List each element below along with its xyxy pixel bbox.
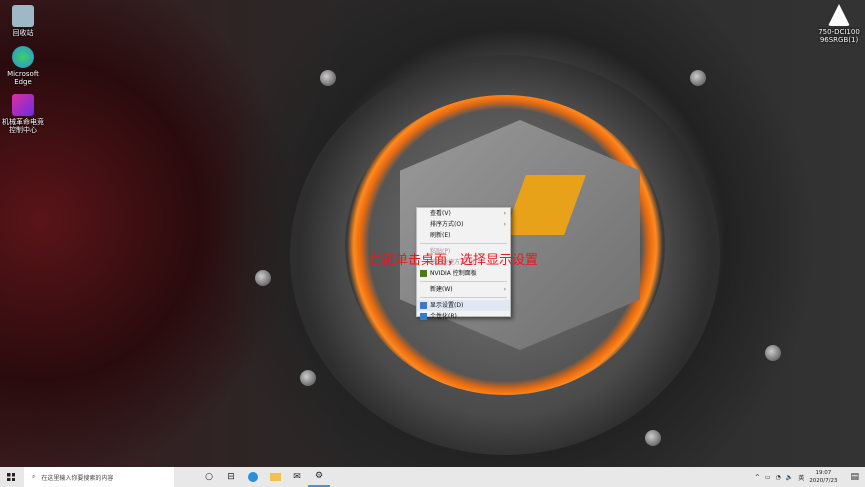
chevron-up-icon[interactable]: ^ bbox=[755, 474, 760, 481]
menu-item-new[interactable]: 新建(W) › bbox=[417, 284, 510, 295]
wallpaper-bolt bbox=[255, 270, 271, 286]
wallpaper-bolt bbox=[300, 370, 316, 386]
nvidia-icon bbox=[420, 270, 427, 277]
menu-separator bbox=[420, 243, 507, 244]
personalize-icon bbox=[420, 313, 427, 320]
taskbar-mail[interactable]: ✉ bbox=[286, 467, 308, 487]
annotation-text: 右键单击桌面，选择显示设置 bbox=[369, 253, 539, 268]
search-icon: ⌕ bbox=[32, 473, 36, 480]
folder-icon bbox=[269, 473, 281, 481]
desktop-icon-color-profile[interactable]: 750-DCI100 96SRGB(1) bbox=[815, 4, 863, 44]
menu-item-display-settings[interactable]: 显示设置(D) bbox=[417, 300, 510, 311]
gear-icon: ⚙ bbox=[314, 471, 324, 481]
menu-separator bbox=[420, 281, 507, 282]
wallpaper-bolt bbox=[320, 70, 336, 86]
edge-icon bbox=[248, 472, 258, 482]
desktop[interactable]: 回收站 Microsoft Edge 机械革命电竞控制中心 750-DCI100… bbox=[0, 0, 865, 467]
wallpaper-bolt bbox=[645, 430, 661, 446]
chevron-right-icon: › bbox=[503, 210, 506, 217]
taskbar-settings[interactable]: ⚙ bbox=[308, 467, 330, 487]
cortana-button[interactable]: ○ bbox=[198, 467, 220, 487]
windows-icon bbox=[7, 473, 15, 481]
start-button[interactable] bbox=[0, 467, 22, 487]
menu-item-sort[interactable]: 排序方式(O) › bbox=[417, 219, 510, 230]
menu-item-personalize[interactable]: 个性化(R) bbox=[417, 311, 510, 322]
notification-icon[interactable]: ▤ bbox=[850, 472, 859, 482]
volume-icon[interactable]: 🔈 bbox=[786, 474, 793, 481]
wallpaper-bolt bbox=[690, 70, 706, 86]
edge-icon bbox=[12, 46, 34, 68]
chevron-right-icon: › bbox=[503, 286, 506, 293]
task-view-icon: ⊟ bbox=[227, 472, 235, 482]
menu-item-view[interactable]: 查看(V) › bbox=[417, 208, 510, 219]
battery-icon[interactable]: ▭ bbox=[765, 474, 771, 481]
search-box[interactable]: ⌕ 在这里输入你要搜索的内容 bbox=[24, 467, 174, 487]
system-tray: ^ ▭ ◔ 🔈 英 19:07 2020/7/23 ▤ bbox=[755, 469, 865, 485]
display-settings-icon bbox=[420, 302, 427, 309]
clock[interactable]: 19:07 2020/7/23 bbox=[809, 469, 837, 485]
menu-item-refresh[interactable]: 刷新(E) bbox=[417, 230, 510, 241]
wallpaper-bolt bbox=[765, 345, 781, 361]
mail-icon: ✉ bbox=[293, 472, 301, 482]
control-center-icon bbox=[12, 94, 34, 116]
menu-item-nvidia[interactable]: NVIDIA 控制面板 bbox=[417, 268, 510, 279]
circle-icon: ○ bbox=[205, 472, 213, 482]
ime-indicator[interactable]: 英 bbox=[798, 473, 804, 482]
desktop-icon-control-center[interactable]: 机械革命电竞控制中心 bbox=[0, 94, 46, 134]
network-icon[interactable]: ◔ bbox=[776, 474, 781, 481]
task-view-button[interactable]: ⊟ bbox=[220, 467, 242, 487]
chevron-right-icon: › bbox=[503, 221, 506, 228]
menu-separator bbox=[420, 297, 507, 298]
recycle-bin-icon bbox=[12, 5, 34, 27]
taskbar-edge[interactable] bbox=[242, 467, 264, 487]
desktop-icon-recycle-bin[interactable]: 回收站 bbox=[0, 5, 46, 37]
color-profile-icon bbox=[828, 4, 850, 26]
taskbar-file-explorer[interactable] bbox=[264, 467, 286, 487]
desktop-icon-edge[interactable]: Microsoft Edge bbox=[0, 46, 46, 86]
taskbar: ⌕ 在这里输入你要搜索的内容 ○ ⊟ ✉ ⚙ ^ ▭ ◔ 🔈 英 19:07 20… bbox=[0, 467, 865, 487]
